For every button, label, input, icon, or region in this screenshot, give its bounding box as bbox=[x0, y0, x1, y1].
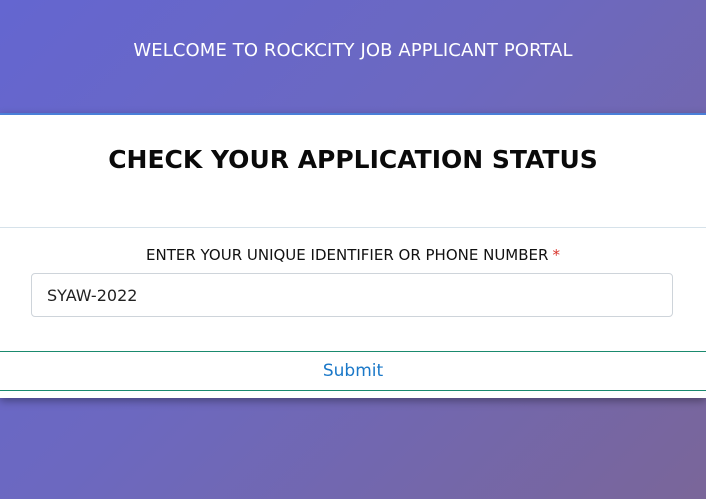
portal-header: WELCOME TO ROCKCITY JOB APPLICANT PORTAL bbox=[0, 0, 706, 113]
divider bbox=[0, 227, 706, 228]
required-marker: * bbox=[552, 246, 560, 264]
card-title: CHECK YOUR APPLICATION STATUS bbox=[108, 145, 598, 174]
identifier-label-text: ENTER YOUR UNIQUE IDENTIFIER OR PHONE NU… bbox=[146, 246, 549, 264]
submit-button[interactable]: Submit bbox=[313, 357, 393, 385]
identifier-input[interactable] bbox=[31, 273, 673, 317]
identifier-label: ENTER YOUR UNIQUE IDENTIFIER OR PHONE NU… bbox=[0, 246, 706, 264]
portal-title: WELCOME TO ROCKCITY JOB APPLICANT PORTAL bbox=[133, 40, 573, 61]
submit-bar: Submit bbox=[0, 351, 706, 391]
status-check-card: CHECK YOUR APPLICATION STATUS ENTER YOUR… bbox=[0, 113, 706, 398]
